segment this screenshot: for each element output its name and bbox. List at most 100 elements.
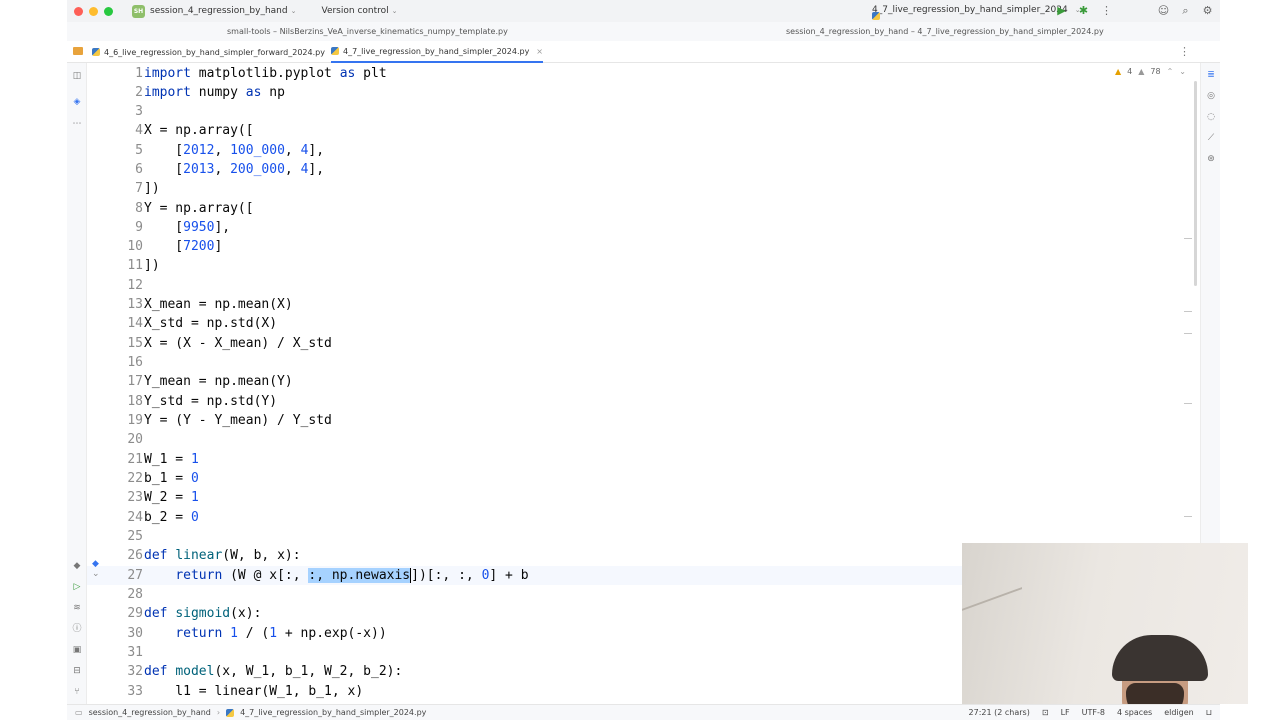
- chevron-down-icon: ⌄: [290, 7, 297, 15]
- search-icon[interactable]: ⌕: [1179, 4, 1192, 17]
- chevron-down-icon: ⌄: [391, 7, 398, 15]
- weak-warning-icon: ▲: [1138, 67, 1145, 76]
- git-tool-icon[interactable]: ⑂: [71, 686, 83, 698]
- text-selection: :, np.newaxis: [308, 568, 411, 583]
- code-line-6: [2013, 200_000, 4],: [144, 162, 325, 177]
- warning-icon: ▲: [1115, 67, 1122, 76]
- more-icon[interactable]: ⋮: [1100, 4, 1113, 17]
- tab-label: 4_7_live_regression_by_hand_simpler_2024…: [343, 46, 530, 56]
- caret-position[interactable]: 27:21 (2 chars): [969, 708, 1030, 717]
- line-number: 7: [135, 181, 143, 196]
- run-config-selector[interactable]: 4_7_live_regression_by_hand_simpler_2024…: [872, 5, 1081, 20]
- code-line-24: b_2 = 0: [144, 510, 199, 525]
- line-number: 5: [135, 143, 143, 158]
- line-number: 21: [127, 452, 143, 467]
- line-separator[interactable]: LF: [1061, 708, 1070, 717]
- interpreter-user[interactable]: eldigen: [1164, 708, 1194, 717]
- line-number: 28: [127, 587, 143, 602]
- minimize-icon[interactable]: [89, 6, 98, 16]
- tab-simpler-2024[interactable]: 4_7_live_regression_by_hand_simpler_2024…: [331, 41, 543, 63]
- copilot-icon[interactable]: ⊛: [1205, 153, 1217, 165]
- presenter-beard: [1126, 683, 1184, 704]
- gutter-bookmark-icon[interactable]: ◆: [92, 559, 99, 569]
- code-line-5: [2012, 100_000, 4],: [144, 143, 325, 158]
- code-line-8: Y = np.array([: [144, 201, 254, 216]
- background-easel: [962, 587, 1022, 704]
- tab-forward-2024[interactable]: 4_6_live_regression_by_hand_simpler_forw…: [92, 41, 325, 63]
- project-name[interactable]: session_4_regression_by_hand: [150, 6, 288, 16]
- notifications-icon[interactable]: ◌: [1205, 111, 1217, 123]
- lock-icon[interactable]: ⊔: [1206, 708, 1212, 717]
- account-icon[interactable]: ☺: [1157, 4, 1170, 17]
- project-badge[interactable]: SH: [132, 4, 145, 18]
- python-packages-icon[interactable]: ◆: [71, 560, 83, 572]
- debug-icon[interactable]: ✱: [1077, 4, 1090, 17]
- tab-more-icon[interactable]: ⋮: [1179, 45, 1190, 58]
- readonly-icon[interactable]: ⊡: [1042, 708, 1049, 717]
- breadcrumb-file[interactable]: 4_7_live_regression_by_hand_simpler_2024…: [240, 708, 426, 717]
- folder-icon[interactable]: [73, 47, 83, 55]
- indent-setting[interactable]: 4 spaces: [1117, 708, 1152, 717]
- inspection-widget[interactable]: ▲ 4 ▲ 78 ⌃ ⌄: [1115, 67, 1186, 76]
- editor-tab-bar: 4_6_live_regression_by_hand_simpler_forw…: [67, 41, 1220, 63]
- code-line-9: [9950],: [144, 220, 231, 235]
- code-line-14: X_std = np.std(X): [144, 316, 278, 331]
- line-number-gutter: 1 2 3 4 5 6 7 8 9 10 11 12 13 14 15 16 1…: [87, 63, 143, 704]
- run-tool-icon[interactable]: ▷: [71, 581, 83, 593]
- line-number: 29: [127, 606, 143, 621]
- other-window-title[interactable]: small-tools – NilsBerzins_VeA_inverse_ki…: [227, 27, 508, 36]
- line-number: 26: [127, 548, 143, 563]
- ai-assistant-icon[interactable]: ◎: [1205, 90, 1217, 102]
- breadcrumb-project[interactable]: session_4_regression_by_hand: [89, 708, 211, 717]
- presenter-hat: [1112, 635, 1208, 681]
- left-tool-strip: ◫ ◈ ⋯ ◆ ▷ ≋ ⓘ ▣ ⊟ ⑂: [67, 63, 87, 704]
- project-tool-icon[interactable]: ◫: [71, 70, 83, 82]
- close-tab-icon[interactable]: ×: [536, 47, 543, 56]
- code-line-1: import matplotlib.pyplot as plt: [144, 66, 387, 81]
- terminal-tool-icon[interactable]: ▣: [71, 644, 83, 656]
- line-number: 19: [127, 413, 143, 428]
- sciview-icon[interactable]: ⟋: [1205, 132, 1217, 144]
- line-number: 13: [127, 297, 143, 312]
- status-widgets: 27:21 (2 chars) ⊡ LF UTF-8 4 spaces eldi…: [969, 708, 1212, 717]
- scroll-marker: [1184, 333, 1192, 334]
- commit-tool-icon[interactable]: ◈: [71, 96, 83, 108]
- scroll-marker: [1184, 516, 1192, 517]
- line-number: 14: [127, 316, 143, 331]
- fold-icon[interactable]: ⌄: [92, 569, 100, 579]
- line-number: 18: [127, 394, 143, 409]
- database-icon[interactable]: ≣: [1205, 69, 1217, 81]
- line-number: 1: [135, 66, 143, 81]
- line-number: 4: [135, 123, 143, 138]
- code-line-32: def model(x, W_1, b_1, W_2, b_2):: [144, 664, 403, 679]
- run-config-label: 4_7_live_regression_by_hand_simpler_2024: [872, 5, 1068, 15]
- chevron-right-icon: ›: [216, 708, 221, 717]
- version-control-menu[interactable]: Version control: [321, 6, 388, 16]
- python-console-icon[interactable]: ⊟: [71, 665, 83, 677]
- line-number: 3: [135, 104, 143, 119]
- more-tools-icon[interactable]: ⋯: [71, 118, 83, 130]
- settings-icon[interactable]: ⚙: [1201, 4, 1214, 17]
- line-number: 12: [127, 278, 143, 293]
- line-number: 33: [127, 684, 143, 699]
- status-bar: ▭ session_4_regression_by_hand › 4_7_liv…: [67, 704, 1220, 720]
- tab-label: 4_6_live_regression_by_hand_simpler_forw…: [104, 47, 325, 57]
- run-icon[interactable]: ▶: [1055, 4, 1068, 17]
- close-icon[interactable]: [74, 6, 83, 16]
- code-line-17: Y_mean = np.mean(Y): [144, 374, 293, 389]
- problems-tool-icon[interactable]: ⓘ: [71, 623, 83, 635]
- code-line-10: [7200]: [144, 239, 223, 254]
- zoom-icon[interactable]: [104, 6, 113, 16]
- line-number: 6: [135, 162, 143, 177]
- line-number: 32: [127, 664, 143, 679]
- chevron-down-icon[interactable]: ⌄: [1179, 67, 1186, 76]
- code-line-15: X = (X - X_mean) / X_std: [144, 336, 332, 351]
- layers-tool-icon[interactable]: ≋: [71, 602, 83, 614]
- line-number: 24: [127, 510, 143, 525]
- chevron-up-icon[interactable]: ⌃: [1167, 67, 1174, 76]
- file-encoding[interactable]: UTF-8: [1082, 708, 1105, 717]
- folder-icon: ▭: [75, 708, 83, 717]
- code-line-30: return 1 / (1 + np.exp(-x)): [175, 626, 387, 641]
- editor-scrollbar[interactable]: [1194, 81, 1197, 286]
- line-number: 31: [127, 645, 143, 660]
